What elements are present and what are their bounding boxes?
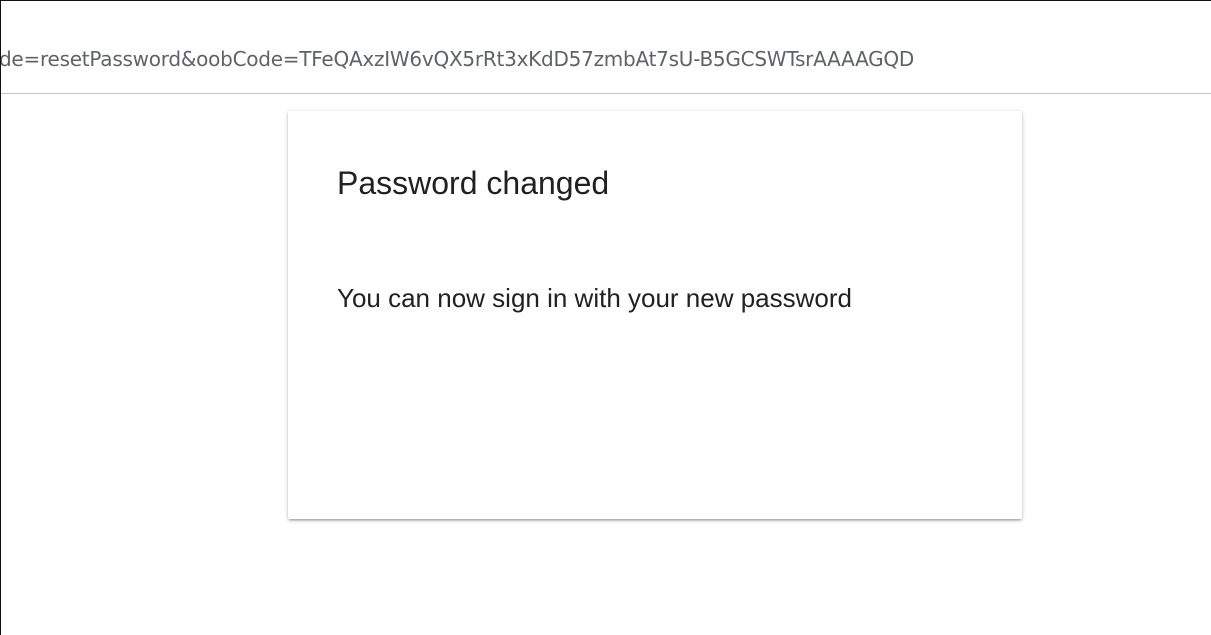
url-text[interactable]: ode=resetPassword&oobCode=TFeQAxzIW6vQX5… — [1, 47, 914, 71]
address-bar[interactable]: ode=resetPassword&oobCode=TFeQAxzIW6vQX5… — [1, 1, 1211, 94]
card-message: You can now sign in with your new passwo… — [337, 283, 852, 313]
password-changed-card: Password changed You can now sign in wit… — [288, 111, 1022, 519]
browser-window: ode=resetPassword&oobCode=TFeQAxzIW6vQX5… — [0, 0, 1211, 635]
card-title: Password changed — [337, 165, 610, 201]
